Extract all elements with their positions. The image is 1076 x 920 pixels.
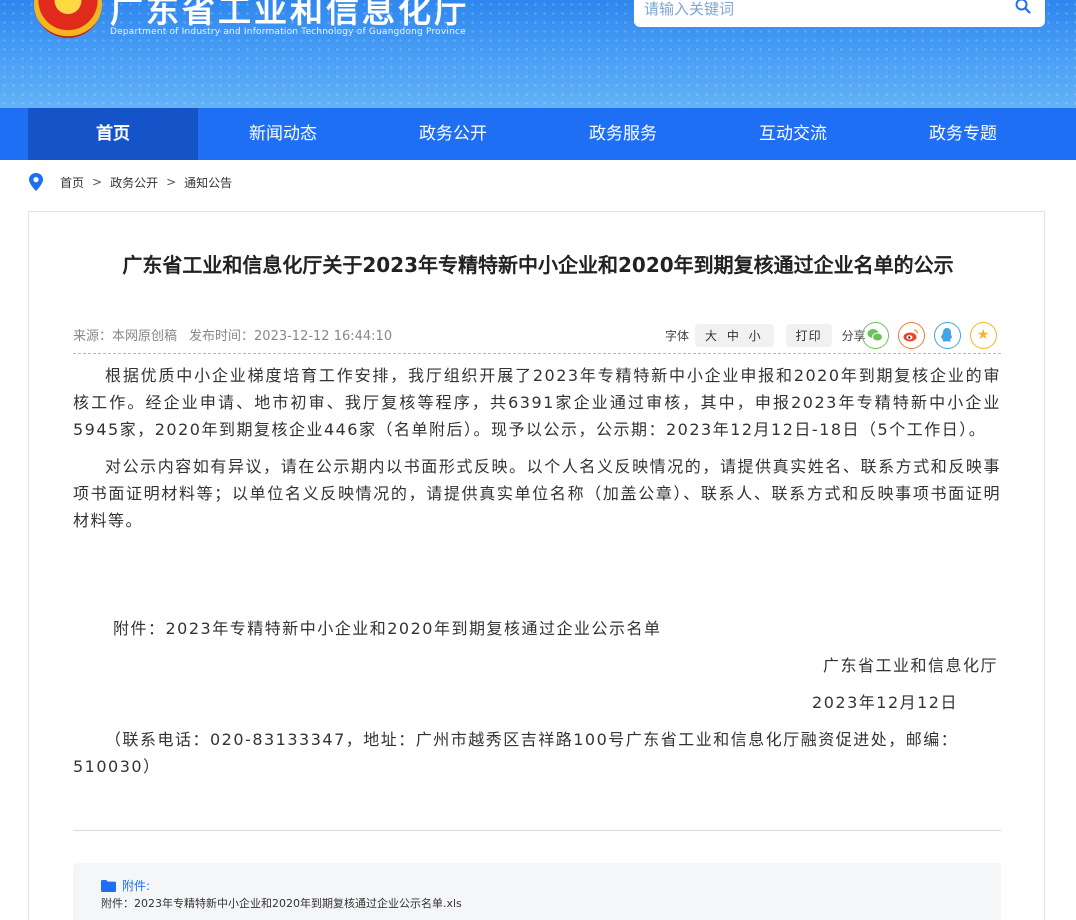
contact-text: （联系电话：020-83133347，地址：广州市越秀区吉祥路100号广东省工业…	[73, 730, 959, 776]
article-panel: 广东省工业和信息化厅关于2023年专精特新中小企业和2020年到期复核通过企业名…	[28, 211, 1045, 920]
publish-time-label: 发布时间：	[189, 329, 255, 344]
site-subtitle: Department of Industry and Information T…	[110, 27, 466, 37]
nav-item-topics[interactable]: 政务专题	[878, 108, 1048, 160]
signature-date: 2023年12月12日	[812, 693, 958, 712]
breadcrumb-separator: >	[166, 175, 177, 189]
qq-share-icon[interactable]	[933, 321, 961, 349]
search-box	[634, 0, 1045, 27]
content-divider	[73, 830, 1001, 831]
font-size-label: 字体	[665, 328, 690, 343]
nav-item-services[interactable]: 政务服务	[538, 108, 708, 160]
article-meta: 来源：本网原创稿 发布时间：2023-12-12 16:44:10	[73, 325, 392, 344]
weibo-share-icon[interactable]	[897, 321, 925, 349]
article-title: 广东省工业和信息化厅关于2023年专精特新中小企业和2020年到期复核通过企业名…	[122, 253, 954, 277]
print-button[interactable]: 打印	[785, 323, 832, 347]
wechat-share-icon[interactable]	[861, 321, 889, 349]
attachment-file-link[interactable]: 附件：2023年专精特新中小企业和2020年到期复核通过企业公示名单.xls	[101, 895, 462, 911]
nav-item-interaction[interactable]: 互动交流	[708, 108, 878, 160]
breadcrumb-separator: >	[92, 175, 103, 189]
publish-time: 2023-12-12 16:44:10	[254, 329, 393, 344]
location-pin-icon	[29, 173, 43, 191]
signature-organization: 广东省工业和信息化厅	[822, 656, 998, 675]
meta-divider	[73, 353, 1001, 354]
breadcrumb-public-affairs[interactable]: 政务公开	[110, 174, 158, 191]
article-paragraph: 对公示内容如有异议，请在公示期内以书面形式反映。以个人名义反映情况的，请提供真实…	[73, 457, 1001, 530]
breadcrumb-notices[interactable]: 通知公告	[184, 174, 232, 191]
attachment-header: 附件:	[101, 877, 150, 894]
contact-info: （联系电话：020-83133347，地址：广州市越秀区吉祥路100号广东省工业…	[73, 726, 1001, 780]
search-icon[interactable]	[1015, 0, 1031, 14]
breadcrumb-home[interactable]: 首页	[60, 174, 84, 191]
favorite-star-icon[interactable]: ★	[969, 321, 997, 349]
search-input[interactable]	[644, 0, 1004, 20]
attachment-box: 附件: 附件：2023年专精特新中小企业和2020年到期复核通过企业公示名单.x…	[73, 863, 1001, 920]
breadcrumb: 首页 > 政务公开 > 通知公告	[28, 172, 232, 192]
article-tools: 字体 大 中 小 打印 分享 ★	[665, 321, 997, 349]
font-size-switch[interactable]: 大 中 小	[695, 323, 774, 347]
star-icon: ★	[56, 0, 76, 13]
article-source: 来源：本网原创稿	[73, 329, 178, 344]
article-paragraph: 根据优质中小企业梯度培育工作安排，我厅组织开展了2023年专精特新中小企业申报和…	[73, 366, 1001, 439]
nav-item-home[interactable]: 首页	[28, 108, 198, 160]
attachment-mention: 附件：2023年专精特新中小企业和2020年到期复核通过企业公示名单	[113, 619, 662, 638]
nav-item-public-affairs[interactable]: 政务公开	[368, 108, 538, 160]
header-banner: ★ 广东省工业和信息化厅 Department of Industry and …	[0, 0, 1076, 108]
attachment-header-label: 附件:	[122, 879, 151, 893]
folder-icon	[101, 879, 116, 892]
article-body: 根据优质中小企业梯度培育工作安排，我厅组织开展了2023年专精特新中小企业申报和…	[73, 362, 1001, 534]
nav-item-news[interactable]: 新闻动态	[198, 108, 368, 160]
main-nav: 首页 新闻动态 政务公开 政务服务 互动交流 政务专题	[0, 108, 1076, 160]
